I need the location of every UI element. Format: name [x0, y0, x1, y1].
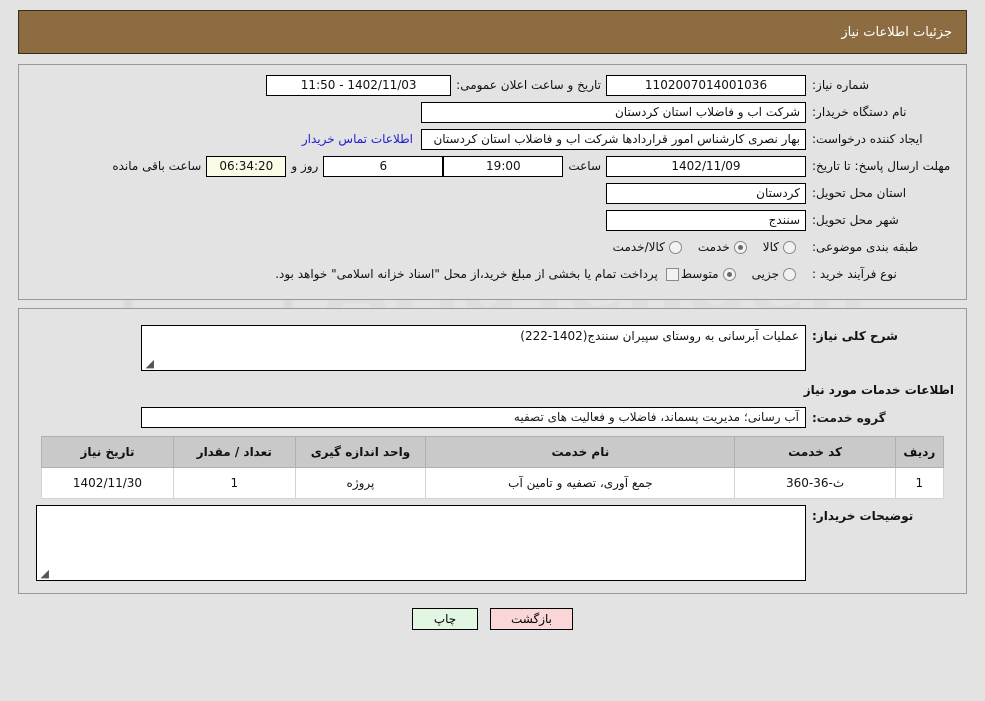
category-option-kala[interactable]: کالا [761, 240, 806, 254]
th-code: کد خدمت [734, 436, 896, 468]
row-request-creator: ایجاد کننده درخواست: بهار نصری کارشناس ا… [29, 127, 956, 151]
treasury-checkbox-label: پرداخت تمام یا بخشی از مبلغ خرید،از محل … [275, 267, 658, 281]
category-radio-group: کالا خدمت کالا/خدمت [611, 240, 806, 254]
radio-icon[interactable] [733, 240, 747, 254]
process-radio-group: جزیی متوسط [679, 267, 806, 281]
th-date: تاریخ نیاز [41, 436, 174, 468]
need-info-panel: شماره نیاز: 1102007014001036 تاریخ و ساع… [18, 64, 967, 300]
services-section-title: اطلاعات خدمات مورد نیاز [803, 383, 954, 397]
resize-grip-icon[interactable]: ◢ [144, 358, 154, 369]
th-name: نام خدمت [425, 436, 736, 468]
hour-label: ساعت [568, 159, 601, 173]
need-number-value: 1102007014001036 [606, 74, 806, 96]
description-label: شرح کلی نیاز: [812, 329, 898, 343]
cell-code: ث-36-360 [734, 467, 896, 499]
page-title: جزئیات اطلاعات نیاز [841, 24, 952, 40]
back-button[interactable]: بازگشت [490, 608, 573, 630]
deadline-date: 1402/11/09 [606, 155, 806, 177]
category-option-kala-khedmat[interactable]: کالا/خدمت [611, 240, 692, 254]
province-value: کردستان [606, 182, 806, 204]
row-need-number: شماره نیاز: 1102007014001036 تاریخ و ساع… [29, 73, 956, 97]
category-option-label: کالا/خدمت [612, 240, 665, 254]
remaining-days: 6 [323, 155, 444, 177]
process-option-motevaset[interactable]: متوسط [679, 267, 746, 281]
row-service-group: گروه خدمت: آب رسانی؛ مدیریت پسماند، فاضل… [29, 407, 956, 428]
table-row: 1 ث-36-360 جمع آوری، تصفیه و تامین آب پر… [41, 467, 945, 499]
row-description: شرح کلی نیاز: عملیات آبرسانی به روستای س… [29, 325, 956, 371]
th-qty: تعداد / مقدار [172, 436, 296, 468]
process-option-label: متوسط [680, 267, 719, 281]
deadline-label: مهلت ارسال پاسخ: تا تاریخ: [812, 158, 951, 173]
category-option-label: خدمت [697, 240, 730, 254]
creator-value: بهار نصری کارشناس امور قراردادها شرکت اب… [421, 128, 806, 150]
buyer-comment-label: توضیحات خریدار: [812, 509, 914, 523]
print-button[interactable]: چاپ [412, 608, 478, 630]
countdown-timer: 06:34:20 [206, 155, 287, 177]
row-purchase-process: نوع فرآیند خرید : جزیی متوسط پرداخت تمام… [29, 262, 956, 286]
services-table: ردیف کد خدمت نام خدمت واحد اندازه گیری ت… [41, 436, 945, 499]
process-label: نوع فرآیند خرید : [812, 266, 897, 281]
cell-unit: پروژه [294, 467, 427, 499]
category-option-khedmat[interactable]: خدمت [696, 240, 757, 254]
page-header: جزئیات اطلاعات نیاز [18, 10, 967, 54]
cell-qty: 1 [172, 467, 296, 499]
th-radif: ردیف [894, 436, 945, 468]
process-option-label: جزیی [751, 267, 779, 281]
remaining-text: ساعت باقی مانده [112, 159, 202, 173]
row-category: طبقه بندی موضوعی: کالا خدمت کالا/خدمت [29, 235, 956, 259]
buyer-comment-textarea[interactable]: ◢ [36, 505, 806, 581]
service-group-value: آب رسانی؛ مدیریت پسماند، فاضلاب و فعالیت… [141, 407, 806, 428]
row-deadline: مهلت ارسال پاسخ: تا تاریخ: 1402/11/09 سا… [29, 154, 956, 178]
need-number-label: شماره نیاز: [812, 77, 869, 92]
deadline-time: 19:00 [443, 155, 564, 177]
th-unit: واحد اندازه گیری [294, 436, 427, 468]
province-label: استان محل تحویل: [812, 185, 907, 200]
radio-icon[interactable] [722, 267, 736, 281]
row-province: استان محل تحویل: کردستان [29, 181, 956, 205]
cell-date: 1402/11/30 [41, 467, 174, 499]
city-label: شهر محل تحویل: [812, 212, 899, 227]
description-textarea[interactable]: عملیات آبرسانی به روستای سپیران سنندج(14… [141, 325, 806, 371]
table-header-row: ردیف کد خدمت نام خدمت واحد اندازه گیری ت… [41, 436, 945, 468]
public-announce-label: تاریخ و ساعت اعلان عمومی: [456, 78, 601, 92]
row-buyer-comment: توضیحات خریدار: ◢ [29, 505, 956, 581]
days-text: روز و [291, 159, 319, 173]
row-buyer-org: نام دستگاه خریدار: شرکت اب و فاضلاب استا… [29, 100, 956, 124]
creator-label: ایجاد کننده درخواست: [812, 131, 923, 146]
cell-name: جمع آوری، تصفیه و تامین آب [425, 467, 736, 499]
cell-radif: 1 [894, 467, 945, 499]
buyer-org-label: نام دستگاه خریدار: [812, 104, 907, 119]
footer-actions: بازگشت چاپ [0, 608, 985, 630]
radio-icon[interactable] [668, 240, 682, 254]
details-panel: شرح کلی نیاز: عملیات آبرسانی به روستای س… [18, 308, 967, 594]
radio-icon[interactable] [783, 267, 796, 281]
treasury-checkbox[interactable] [665, 267, 679, 281]
description-value: عملیات آبرسانی به روستای سپیران سنندج(14… [520, 329, 799, 343]
row-city: شهر محل تحویل: سنندج [29, 208, 956, 232]
service-group-label: گروه خدمت: [812, 410, 886, 425]
process-option-jozei[interactable]: جزیی [750, 267, 806, 281]
radio-icon[interactable] [783, 240, 796, 254]
buyer-org-value: شرکت اب و فاضلاب استان کردستان [421, 101, 806, 123]
resize-grip-icon[interactable]: ◢ [39, 568, 49, 579]
buyer-contact-link[interactable]: اطلاعات تماس خریدار [294, 132, 421, 146]
category-label: طبقه بندی موضوعی: [812, 239, 919, 254]
public-announce-value: 1402/11/03 - 11:50 [266, 74, 452, 96]
city-value: سنندج [606, 209, 806, 231]
category-option-label: کالا [762, 240, 779, 254]
